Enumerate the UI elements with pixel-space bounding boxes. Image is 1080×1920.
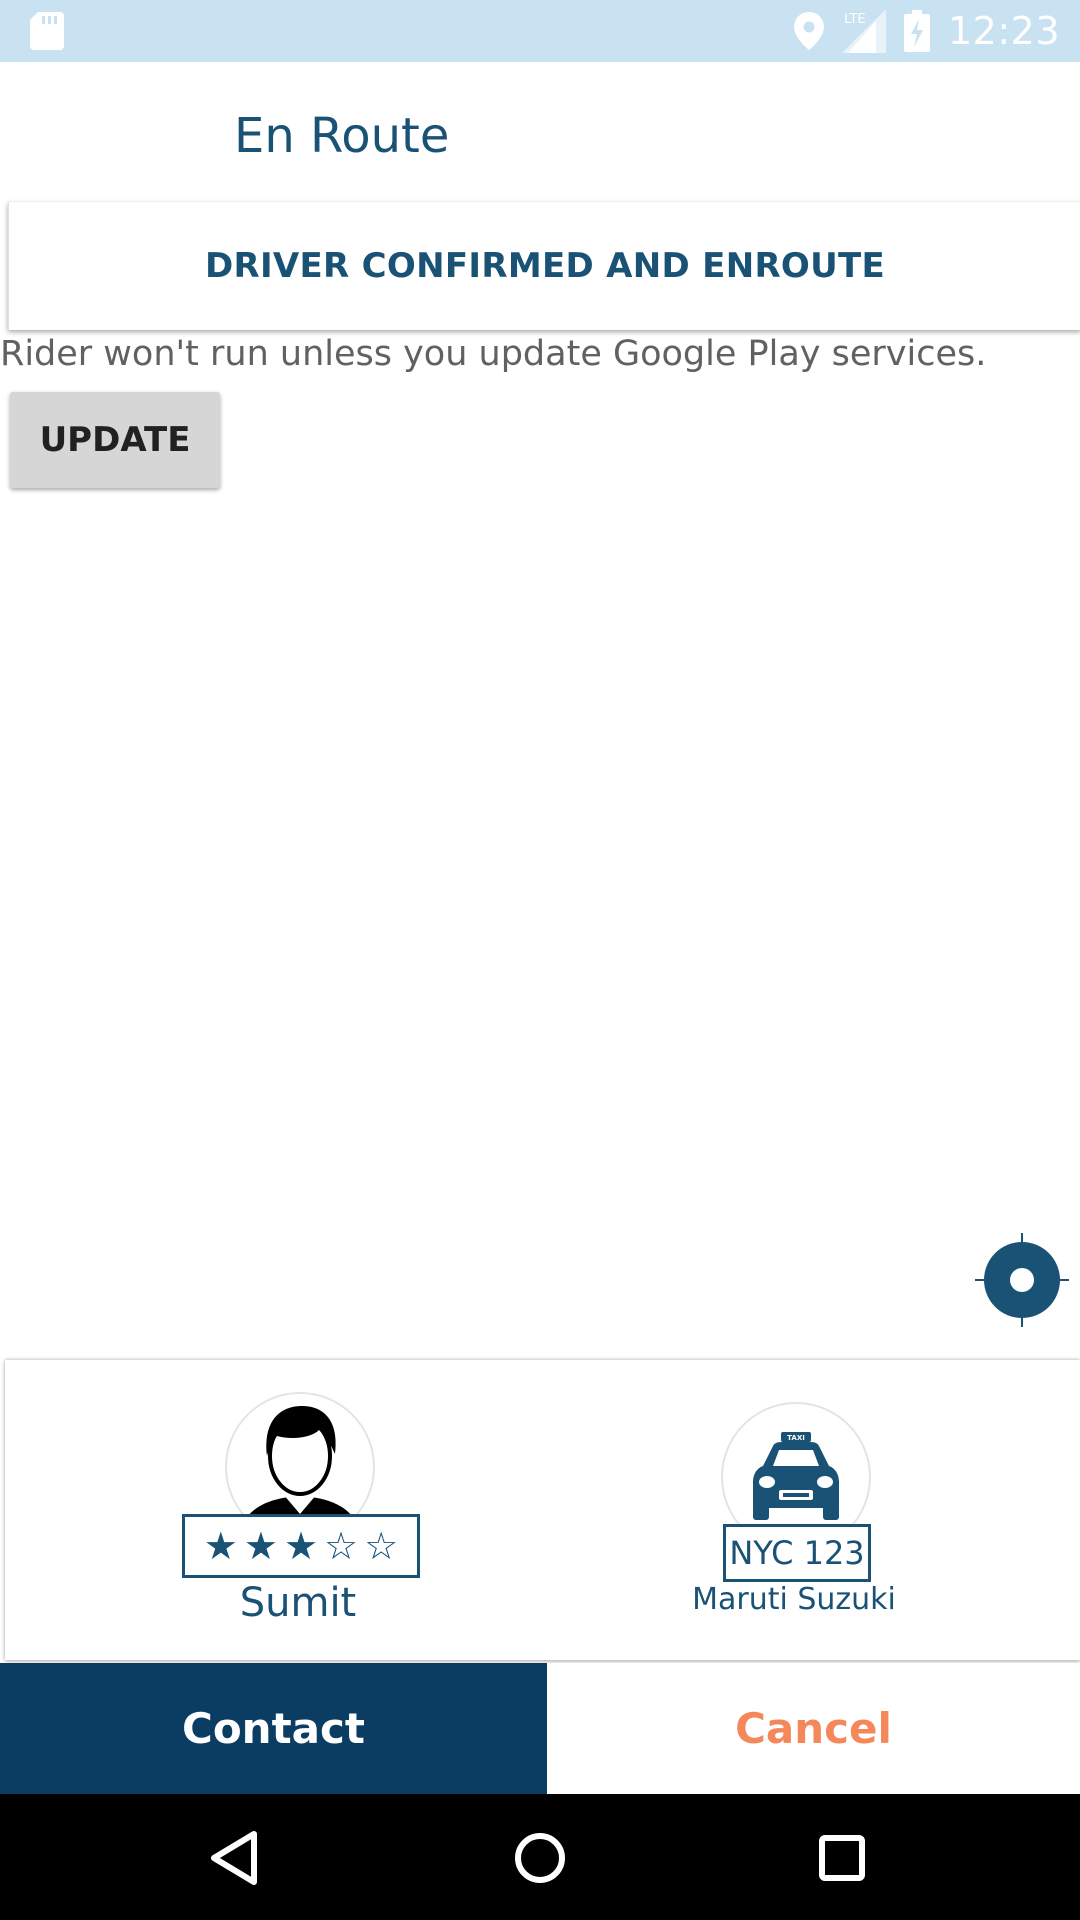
vehicle-model: Maruti Suzuki — [692, 1582, 896, 1617]
home-icon[interactable] — [500, 1818, 580, 1898]
toolbar — [0, 62, 1080, 202]
vehicle-plate: NYC 123 — [723, 1524, 871, 1582]
svg-text:TAXI: TAXI — [787, 1434, 805, 1442]
rating-star: ★ — [203, 1524, 238, 1568]
page-title: En Route — [234, 108, 450, 164]
sd-card-icon — [30, 12, 64, 50]
network-type-label: LTE — [844, 12, 866, 27]
rating-star: ☆ — [364, 1524, 399, 1568]
update-button[interactable]: UPDATE — [10, 392, 220, 488]
status-icons: LTE 12:23 — [793, 0, 1060, 62]
ride-status-card: DRIVER CONFIRMED AND ENROUTE — [8, 202, 1080, 330]
driver-name: Sumit — [239, 1580, 357, 1626]
status-bar: LTE 12:23 — [0, 0, 1080, 62]
rating-star: ★ — [283, 1524, 319, 1568]
recents-icon[interactable] — [802, 1818, 882, 1898]
status-time: 12:23 — [947, 9, 1060, 53]
back-icon[interactable] — [196, 1818, 276, 1898]
my-location-icon[interactable] — [975, 1233, 1069, 1327]
contact-button[interactable]: Contact — [0, 1663, 547, 1794]
rating-star: ☆ — [324, 1524, 359, 1568]
rating-star: ★ — [243, 1524, 278, 1568]
battery-charging-icon — [903, 10, 930, 52]
ride-status-text: DRIVER CONFIRMED AND ENROUTE — [204, 246, 886, 286]
driver-rating: ★ ★ ★ ☆ ☆ — [182, 1514, 420, 1578]
play-services-warning: Rider won't run unless you update Google… — [0, 334, 987, 374]
signal-icon: LTE — [841, 9, 886, 53]
cancel-button[interactable]: Cancel — [547, 1663, 1080, 1794]
location-icon — [793, 12, 824, 50]
